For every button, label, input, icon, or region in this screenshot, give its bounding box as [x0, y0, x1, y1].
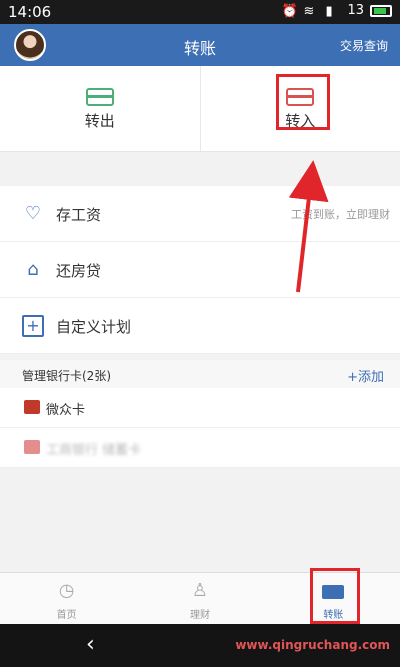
annotation-arrow: [288, 160, 329, 293]
clock-icon: ◷: [58, 580, 75, 601]
money-bag-icon: ♙: [191, 580, 209, 601]
nav-label: 首页: [56, 610, 77, 621]
system-nav-bar: ‹ www.qingruchang.com: [0, 624, 400, 667]
nav-item-finance[interactable]: ♙ 理财: [133, 573, 266, 624]
nav-label: 理财: [189, 610, 210, 621]
watermark: www.qingruchang.com: [235, 638, 390, 652]
nav-item-home[interactable]: ◷ 首页: [0, 573, 133, 624]
transfer-nav-highlight-box: [310, 568, 360, 624]
back-icon[interactable]: ‹: [86, 632, 95, 657]
